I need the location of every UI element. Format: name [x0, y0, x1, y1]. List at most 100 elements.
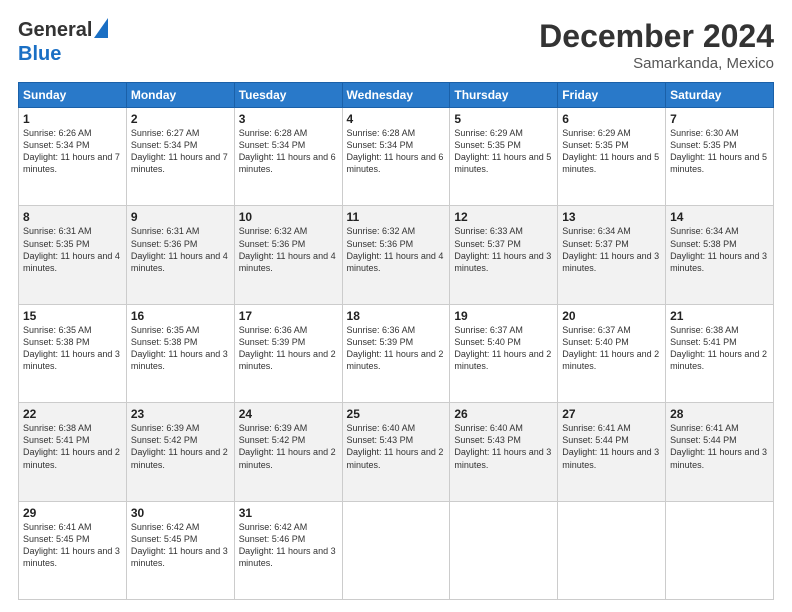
cell-info: Sunrise: 6:37 AMSunset: 5:40 PMDaylight:…	[454, 324, 553, 373]
cell-info: Sunrise: 6:32 AMSunset: 5:36 PMDaylight:…	[239, 225, 338, 274]
calendar-cell: 27Sunrise: 6:41 AMSunset: 5:44 PMDayligh…	[558, 403, 666, 501]
calendar-cell: 25Sunrise: 6:40 AMSunset: 5:43 PMDayligh…	[342, 403, 450, 501]
calendar-cell: 5Sunrise: 6:29 AMSunset: 5:35 PMDaylight…	[450, 108, 558, 206]
day-header-monday: Monday	[126, 83, 234, 108]
day-number: 20	[562, 309, 661, 323]
day-header-tuesday: Tuesday	[234, 83, 342, 108]
calendar-week-row: 29Sunrise: 6:41 AMSunset: 5:45 PMDayligh…	[19, 501, 774, 599]
day-number: 8	[23, 210, 122, 224]
calendar-cell: 13Sunrise: 6:34 AMSunset: 5:37 PMDayligh…	[558, 206, 666, 304]
calendar-cell: 6Sunrise: 6:29 AMSunset: 5:35 PMDaylight…	[558, 108, 666, 206]
calendar-cell: 14Sunrise: 6:34 AMSunset: 5:38 PMDayligh…	[666, 206, 774, 304]
cell-info: Sunrise: 6:42 AMSunset: 5:45 PMDaylight:…	[131, 521, 230, 570]
day-number: 22	[23, 407, 122, 421]
calendar-cell: 31Sunrise: 6:42 AMSunset: 5:46 PMDayligh…	[234, 501, 342, 599]
day-number: 7	[670, 112, 769, 126]
calendar-cell: 18Sunrise: 6:36 AMSunset: 5:39 PMDayligh…	[342, 304, 450, 402]
day-number: 2	[131, 112, 230, 126]
calendar-week-row: 1Sunrise: 6:26 AMSunset: 5:34 PMDaylight…	[19, 108, 774, 206]
page: General Blue December 2024 Samarkanda, M…	[0, 0, 792, 612]
cell-info: Sunrise: 6:30 AMSunset: 5:35 PMDaylight:…	[670, 127, 769, 176]
day-number: 27	[562, 407, 661, 421]
cell-info: Sunrise: 6:28 AMSunset: 5:34 PMDaylight:…	[239, 127, 338, 176]
day-number: 6	[562, 112, 661, 126]
calendar-cell: 1Sunrise: 6:26 AMSunset: 5:34 PMDaylight…	[19, 108, 127, 206]
day-header-thursday: Thursday	[450, 83, 558, 108]
cell-info: Sunrise: 6:27 AMSunset: 5:34 PMDaylight:…	[131, 127, 230, 176]
day-number: 23	[131, 407, 230, 421]
day-number: 3	[239, 112, 338, 126]
header: General Blue December 2024 Samarkanda, M…	[18, 18, 774, 72]
calendar-cell: 7Sunrise: 6:30 AMSunset: 5:35 PMDaylight…	[666, 108, 774, 206]
calendar-cell: 19Sunrise: 6:37 AMSunset: 5:40 PMDayligh…	[450, 304, 558, 402]
day-number: 10	[239, 210, 338, 224]
cell-info: Sunrise: 6:26 AMSunset: 5:34 PMDaylight:…	[23, 127, 122, 176]
cell-info: Sunrise: 6:41 AMSunset: 5:44 PMDaylight:…	[562, 422, 661, 471]
calendar-cell: 23Sunrise: 6:39 AMSunset: 5:42 PMDayligh…	[126, 403, 234, 501]
day-number: 31	[239, 506, 338, 520]
day-number: 30	[131, 506, 230, 520]
calendar-cell: 17Sunrise: 6:36 AMSunset: 5:39 PMDayligh…	[234, 304, 342, 402]
calendar-cell	[342, 501, 450, 599]
calendar-cell: 16Sunrise: 6:35 AMSunset: 5:38 PMDayligh…	[126, 304, 234, 402]
cell-info: Sunrise: 6:38 AMSunset: 5:41 PMDaylight:…	[670, 324, 769, 373]
page-subtitle: Samarkanda, Mexico	[539, 55, 774, 72]
cell-info: Sunrise: 6:35 AMSunset: 5:38 PMDaylight:…	[23, 324, 122, 373]
calendar-week-row: 8Sunrise: 6:31 AMSunset: 5:35 PMDaylight…	[19, 206, 774, 304]
calendar-cell: 9Sunrise: 6:31 AMSunset: 5:36 PMDaylight…	[126, 206, 234, 304]
cell-info: Sunrise: 6:29 AMSunset: 5:35 PMDaylight:…	[562, 127, 661, 176]
day-number: 28	[670, 407, 769, 421]
calendar-cell: 28Sunrise: 6:41 AMSunset: 5:44 PMDayligh…	[666, 403, 774, 501]
day-header-wednesday: Wednesday	[342, 83, 450, 108]
day-number: 26	[454, 407, 553, 421]
calendar-cell: 22Sunrise: 6:38 AMSunset: 5:41 PMDayligh…	[19, 403, 127, 501]
calendar-table: SundayMondayTuesdayWednesdayThursdayFrid…	[18, 82, 774, 600]
calendar-week-row: 22Sunrise: 6:38 AMSunset: 5:41 PMDayligh…	[19, 403, 774, 501]
day-number: 15	[23, 309, 122, 323]
cell-info: Sunrise: 6:31 AMSunset: 5:36 PMDaylight:…	[131, 225, 230, 274]
day-number: 17	[239, 309, 338, 323]
calendar-cell: 26Sunrise: 6:40 AMSunset: 5:43 PMDayligh…	[450, 403, 558, 501]
calendar-cell: 21Sunrise: 6:38 AMSunset: 5:41 PMDayligh…	[666, 304, 774, 402]
cell-info: Sunrise: 6:36 AMSunset: 5:39 PMDaylight:…	[347, 324, 446, 373]
cell-info: Sunrise: 6:39 AMSunset: 5:42 PMDaylight:…	[239, 422, 338, 471]
calendar-cell: 24Sunrise: 6:39 AMSunset: 5:42 PMDayligh…	[234, 403, 342, 501]
cell-info: Sunrise: 6:41 AMSunset: 5:45 PMDaylight:…	[23, 521, 122, 570]
calendar-cell	[558, 501, 666, 599]
calendar-cell: 15Sunrise: 6:35 AMSunset: 5:38 PMDayligh…	[19, 304, 127, 402]
day-number: 12	[454, 210, 553, 224]
calendar-cell: 2Sunrise: 6:27 AMSunset: 5:34 PMDaylight…	[126, 108, 234, 206]
day-number: 29	[23, 506, 122, 520]
cell-info: Sunrise: 6:42 AMSunset: 5:46 PMDaylight:…	[239, 521, 338, 570]
calendar-cell: 10Sunrise: 6:32 AMSunset: 5:36 PMDayligh…	[234, 206, 342, 304]
cell-info: Sunrise: 6:33 AMSunset: 5:37 PMDaylight:…	[454, 225, 553, 274]
day-number: 25	[347, 407, 446, 421]
title-block: December 2024 Samarkanda, Mexico	[539, 18, 774, 72]
calendar-cell	[450, 501, 558, 599]
day-number: 11	[347, 210, 446, 224]
logo-triangle-icon	[94, 18, 108, 43]
day-number: 16	[131, 309, 230, 323]
calendar-cell: 12Sunrise: 6:33 AMSunset: 5:37 PMDayligh…	[450, 206, 558, 304]
calendar-cell: 8Sunrise: 6:31 AMSunset: 5:35 PMDaylight…	[19, 206, 127, 304]
calendar-cell: 29Sunrise: 6:41 AMSunset: 5:45 PMDayligh…	[19, 501, 127, 599]
day-number: 9	[131, 210, 230, 224]
calendar-cell: 20Sunrise: 6:37 AMSunset: 5:40 PMDayligh…	[558, 304, 666, 402]
cell-info: Sunrise: 6:29 AMSunset: 5:35 PMDaylight:…	[454, 127, 553, 176]
day-header-saturday: Saturday	[666, 83, 774, 108]
cell-info: Sunrise: 6:36 AMSunset: 5:39 PMDaylight:…	[239, 324, 338, 373]
logo-blue: Blue	[18, 43, 61, 65]
cell-info: Sunrise: 6:40 AMSunset: 5:43 PMDaylight:…	[454, 422, 553, 471]
calendar-week-row: 15Sunrise: 6:35 AMSunset: 5:38 PMDayligh…	[19, 304, 774, 402]
page-title: December 2024	[539, 18, 774, 55]
cell-info: Sunrise: 6:31 AMSunset: 5:35 PMDaylight:…	[23, 225, 122, 274]
logo-general: General	[18, 19, 92, 42]
day-number: 13	[562, 210, 661, 224]
cell-info: Sunrise: 6:37 AMSunset: 5:40 PMDaylight:…	[562, 324, 661, 373]
day-header-friday: Friday	[558, 83, 666, 108]
day-number: 4	[347, 112, 446, 126]
day-number: 5	[454, 112, 553, 126]
calendar-cell	[666, 501, 774, 599]
cell-info: Sunrise: 6:34 AMSunset: 5:37 PMDaylight:…	[562, 225, 661, 274]
day-number: 19	[454, 309, 553, 323]
